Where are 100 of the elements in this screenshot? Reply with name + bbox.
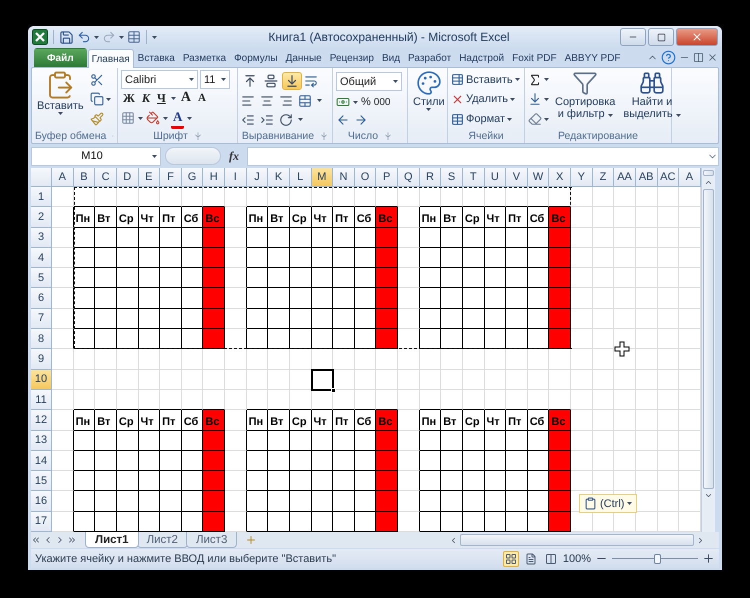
row-header[interactable]: 16	[31, 491, 52, 512]
font-color-button[interactable]: A	[171, 108, 184, 129]
thousands-button[interactable]: 000	[374, 96, 390, 108]
column-header[interactable]: Z	[592, 168, 614, 187]
insert-function-button[interactable]: fx	[225, 148, 243, 164]
column-header[interactable]: W	[528, 168, 550, 187]
cells-menu-button[interactable]: Формат	[451, 112, 512, 126]
column-header[interactable]: Y	[571, 168, 593, 187]
day-header: Пт	[333, 207, 355, 228]
status-message: Укажите ячейку и нажмите ВВОД или выберите "Вставить"	[35, 552, 336, 564]
shrink-font-button[interactable]: A	[196, 91, 208, 106]
ribbon-tab[interactable]: Разработ	[404, 48, 456, 67]
cells-menu-button[interactable]: Удалить	[451, 92, 515, 106]
column-header[interactable]: O	[354, 168, 376, 187]
day-header: Сб	[354, 207, 376, 228]
file-tab[interactable]: Файл	[34, 48, 87, 67]
ribbon-tab[interactable]: Данные	[282, 48, 326, 67]
column-header[interactable]: A	[679, 168, 701, 187]
find-select-button[interactable]: Найти и выделить	[621, 70, 683, 129]
day-header: Пт	[506, 410, 528, 431]
row-header[interactable]: 6	[31, 288, 52, 309]
column-header[interactable]: I	[225, 168, 247, 187]
italic-button[interactable]: К	[140, 90, 152, 107]
day-header: Чт	[484, 410, 506, 431]
column-header[interactable]: T	[462, 168, 484, 187]
ribbon-tab[interactable]: Разметка	[178, 48, 230, 67]
column-header[interactable]: D	[116, 168, 138, 187]
column-header[interactable]: J	[246, 168, 268, 187]
column-header[interactable]: B	[74, 168, 96, 187]
sort-filter-button[interactable]: Сортировка и фильтр	[553, 70, 618, 129]
column-header[interactable]: AA	[614, 168, 636, 187]
column-header[interactable]: G	[182, 168, 204, 187]
ribbon-tab[interactable]: Foxit PDF	[508, 48, 561, 67]
group-label: Редактирование	[558, 130, 638, 142]
column-header[interactable]: R	[420, 168, 442, 187]
row-header[interactable]: 17	[31, 512, 52, 532]
column-header[interactable]: N	[333, 168, 355, 187]
ribbon-tab[interactable]: Рецензир	[326, 48, 378, 67]
row-header[interactable]: 4	[31, 248, 52, 268]
row-header[interactable]: 8	[31, 329, 52, 350]
font-select[interactable]: Calibri	[121, 70, 198, 90]
ribbon-tab[interactable]: ABBYY PDF	[560, 48, 625, 67]
name-box[interactable]: M10	[31, 146, 161, 166]
percent-button[interactable]: %	[361, 96, 371, 108]
paste-options-menu[interactable]: (Ctrl)	[579, 494, 638, 513]
paste-button[interactable]: Вставить	[35, 70, 86, 129]
row-header[interactable]: 3	[31, 228, 52, 248]
row-header[interactable]: 9	[31, 349, 52, 370]
column-header[interactable]: M	[312, 168, 334, 187]
underline-button[interactable]: Ч	[155, 90, 168, 107]
row-header[interactable]: 11	[31, 390, 52, 410]
row-header[interactable]: 12	[31, 410, 52, 431]
sheet-tab[interactable]: Лист2	[136, 532, 188, 548]
grow-font-button[interactable]: A	[178, 89, 193, 108]
day-header: Пт	[160, 207, 182, 228]
group-label: Ячейки	[468, 130, 504, 142]
day-header: Вт	[268, 410, 290, 431]
day-header: Чт	[312, 410, 334, 431]
row-header[interactable]: 13	[31, 430, 52, 451]
column-header[interactable]: P	[376, 168, 398, 187]
row-header[interactable]: 10	[31, 370, 52, 390]
ribbon-tab[interactable]: Надстрой	[455, 48, 508, 67]
row-header[interactable]: 2	[31, 207, 52, 228]
day-header: Вт	[95, 410, 117, 431]
styles-button[interactable]: Стили	[411, 70, 447, 129]
column-header[interactable]: C	[95, 168, 117, 187]
row-header[interactable]: 7	[31, 308, 52, 330]
group-label: Шрифт	[153, 130, 188, 142]
row-header[interactable]: 5	[31, 268, 52, 288]
number-format-select[interactable]: Общий	[336, 72, 402, 91]
column-header[interactable]: H	[203, 168, 225, 187]
column-header[interactable]: S	[441, 168, 463, 187]
ribbon-tab[interactable]: Формулы	[230, 48, 282, 67]
sheet-tab[interactable]: Лист1	[85, 532, 139, 548]
group-label: Буфер обмена	[35, 130, 106, 142]
ribbon-tab[interactable]: Вставка	[134, 48, 179, 67]
day-header: Сб	[528, 410, 550, 431]
column-header[interactable]: L	[290, 168, 312, 187]
column-header[interactable]: AC	[658, 168, 680, 187]
column-header[interactable]: F	[160, 168, 182, 187]
column-header[interactable]: Q	[398, 168, 420, 187]
column-header[interactable]: V	[506, 168, 528, 187]
column-header[interactable]: A	[52, 168, 74, 187]
ribbon-tab[interactable]: Вид	[378, 48, 404, 67]
day-header: Вт	[268, 207, 290, 228]
cells-menu-button[interactable]: Вставить	[451, 73, 520, 86]
column-header[interactable]: AB	[636, 168, 658, 187]
sheet-tab[interactable]: Лист3	[186, 532, 238, 548]
ribbon-tab[interactable]: Главная	[88, 49, 134, 68]
row-header[interactable]: 1	[31, 187, 52, 208]
column-header[interactable]: E	[138, 168, 160, 187]
column-header[interactable]: X	[549, 168, 571, 187]
column-header[interactable]: U	[484, 168, 506, 187]
bold-button[interactable]: Ж	[121, 90, 137, 107]
row-header[interactable]: 14	[31, 450, 52, 472]
font-size-select[interactable]: 11	[200, 70, 230, 90]
row-header[interactable]: 15	[31, 471, 52, 492]
day-header: Сб	[182, 410, 204, 431]
zoom-level: 100%	[562, 552, 591, 564]
column-header[interactable]: K	[268, 168, 290, 187]
